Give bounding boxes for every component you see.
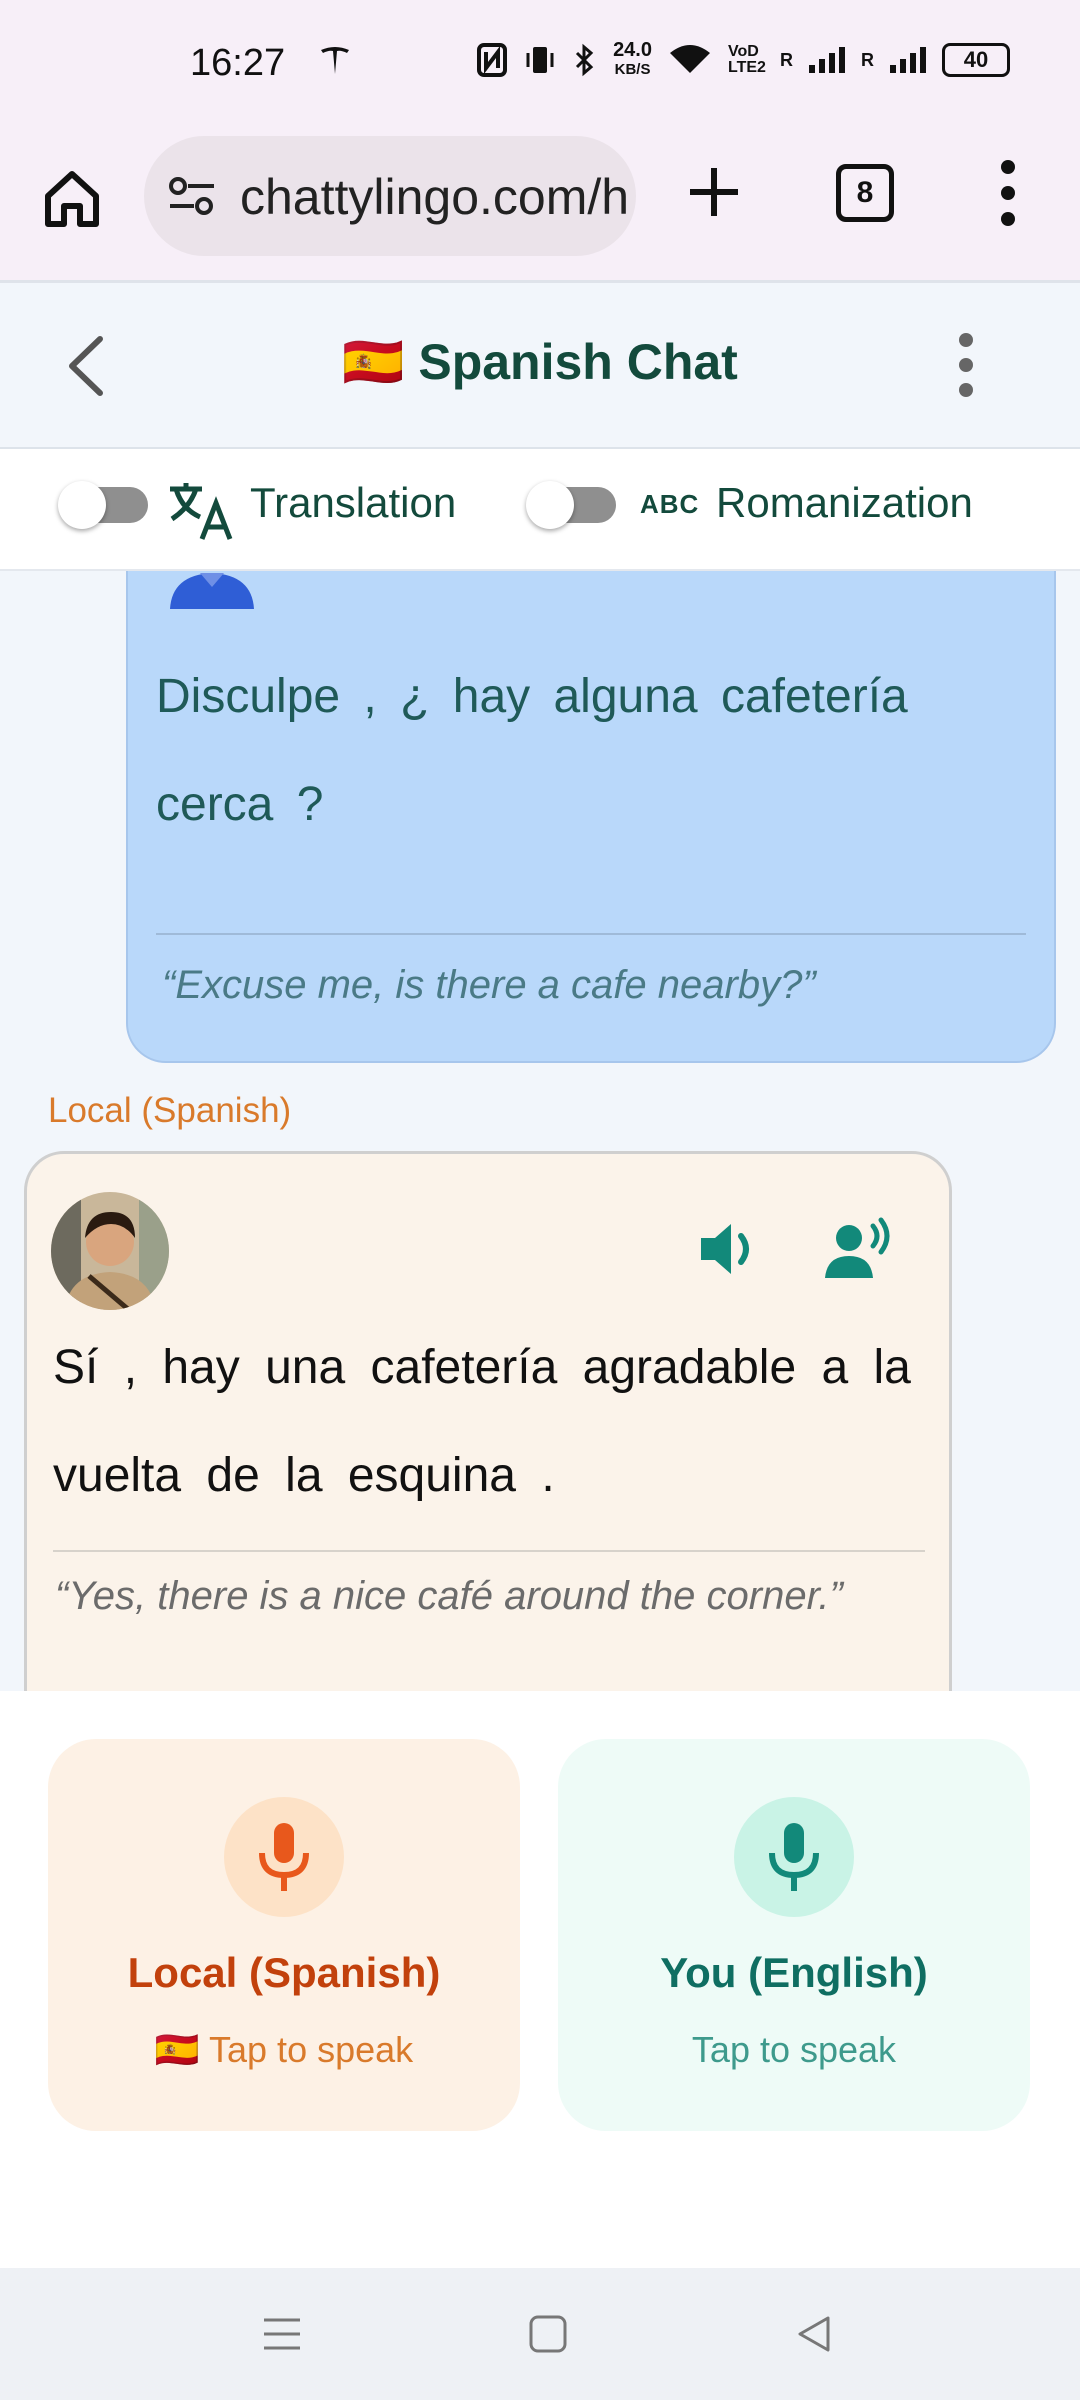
url-text: chattylingo.com/h — [240, 169, 630, 225]
new-tab-button[interactable] — [684, 162, 744, 222]
spain-flag-icon: 🇪🇸 — [154, 2029, 200, 2070]
local-speak-subtitle-text: Tap to speak — [209, 2029, 414, 2070]
network-speed-unit: KB/S — [614, 61, 651, 78]
user-avatar — [164, 571, 260, 609]
abc-icon: ABC — [640, 489, 700, 519]
battery-level: 40 — [963, 47, 989, 72]
you-speak-title: You (English) — [660, 1949, 928, 1996]
romanization-toggle[interactable] — [526, 481, 616, 529]
local-speak-button[interactable]: Local (Spanish) 🇪🇸 Tap to speak — [48, 1739, 520, 2131]
local-slow-audio-button[interactable] — [823, 1214, 893, 1284]
square-icon — [529, 2315, 567, 2353]
status-time: 16:27 — [190, 42, 286, 84]
network-speed: 24.0 KB/S — [613, 40, 652, 80]
site-settings-icon[interactable] — [168, 174, 216, 218]
back-nav-button[interactable] — [794, 2314, 834, 2359]
page-title: 🇪🇸 Spanish Chat — [0, 333, 1080, 392]
translation-label: Translation — [250, 479, 457, 526]
local-play-audio-button[interactable] — [695, 1214, 765, 1284]
divider — [156, 933, 1026, 935]
local-speak-title: Local (Spanish) — [127, 1949, 441, 1996]
translation-toggle[interactable] — [58, 481, 148, 529]
local-speak-subtitle: 🇪🇸 Tap to speak — [48, 2029, 520, 2071]
chat-menu-button[interactable] — [956, 333, 976, 397]
local-message-bubble: Sí , hay una cafetería agradable a la vu… — [24, 1151, 952, 1691]
you-mic-icon-circle — [734, 1797, 854, 1917]
browser-toolbar: chattylingo.com/h 8 — [0, 130, 1080, 283]
you-speak-button[interactable]: You (English) Tap to speak — [558, 1739, 1030, 2131]
vibrate-icon — [526, 47, 554, 73]
local-mic-icon-circle — [224, 1797, 344, 1917]
recents-button[interactable] — [262, 2314, 302, 2359]
local-message-translation: “Yes, there is a nice café around the co… — [55, 1574, 843, 1618]
nfc-icon — [477, 43, 508, 77]
signal-icon — [809, 47, 845, 73]
volte-label: VoD LTE2 — [728, 43, 766, 76]
user-message-bubble: Disculpe , ¿ hay alguna cafetería cerca … — [126, 571, 1056, 1063]
voice-icon — [825, 1217, 890, 1278]
menu-icon — [264, 2318, 300, 2350]
divider — [53, 1550, 925, 1552]
tesla-icon — [318, 44, 352, 83]
sim1-label: R — [780, 49, 793, 70]
triangle-back-icon — [798, 2316, 830, 2352]
local-message-text: Sí , hay una cafetería agradable a la vu… — [53, 1341, 911, 1502]
microphone-icon — [259, 1823, 309, 1891]
local-avatar — [51, 1192, 169, 1310]
app-header: 🇪🇸 Spanish Chat — [0, 283, 1080, 449]
microphone-icon — [769, 1823, 819, 1891]
status-icons: 24.0 KB/S VoD LTE2 R R 40 — [477, 40, 1010, 80]
battery-icon: 40 — [942, 43, 1010, 77]
wifi-icon — [670, 45, 710, 73]
browser-menu-button[interactable] — [996, 160, 1020, 226]
spain-flag-icon: 🇪🇸 — [342, 334, 405, 390]
system-nav-bar — [0, 2268, 1080, 2400]
user-message-text: Disculpe , ¿ hay alguna cafetería cerca … — [156, 670, 908, 831]
speaker-icon — [701, 1224, 749, 1274]
speak-panel: Local (Spanish) 🇪🇸 Tap to speak You (Eng… — [0, 1691, 1080, 2268]
local-speaker-label: Local (Spanish) — [48, 1091, 292, 1130]
address-bar[interactable]: chattylingo.com/h — [144, 136, 636, 256]
network-speed-value: 24.0 — [613, 39, 652, 61]
bluetooth-icon — [576, 43, 594, 77]
home-button[interactable] — [40, 166, 104, 230]
you-speak-subtitle: Tap to speak — [691, 2029, 897, 2070]
display-options-bar: Translation ABC Romanization — [0, 449, 1080, 571]
chat-messages[interactable]: Disculpe , ¿ hay alguna cafetería cerca … — [0, 571, 1080, 1691]
signal-icon-2 — [890, 47, 926, 73]
translate-icon — [170, 483, 233, 540]
plus-icon — [690, 168, 738, 216]
home-nav-button[interactable] — [528, 2314, 568, 2359]
romanization-label: Romanization — [716, 479, 973, 526]
sim2-label: R — [861, 49, 874, 70]
tab-switcher-button[interactable]: 8 — [836, 164, 894, 222]
user-message-translation: “Excuse me, is there a cafe nearby?” — [162, 963, 816, 1007]
page-title-text: Spanish Chat — [418, 334, 738, 390]
status-bar: 16:27 24.0 KB/S VoD LTE2 R R 40 — [0, 0, 1080, 130]
home-icon — [45, 171, 99, 227]
